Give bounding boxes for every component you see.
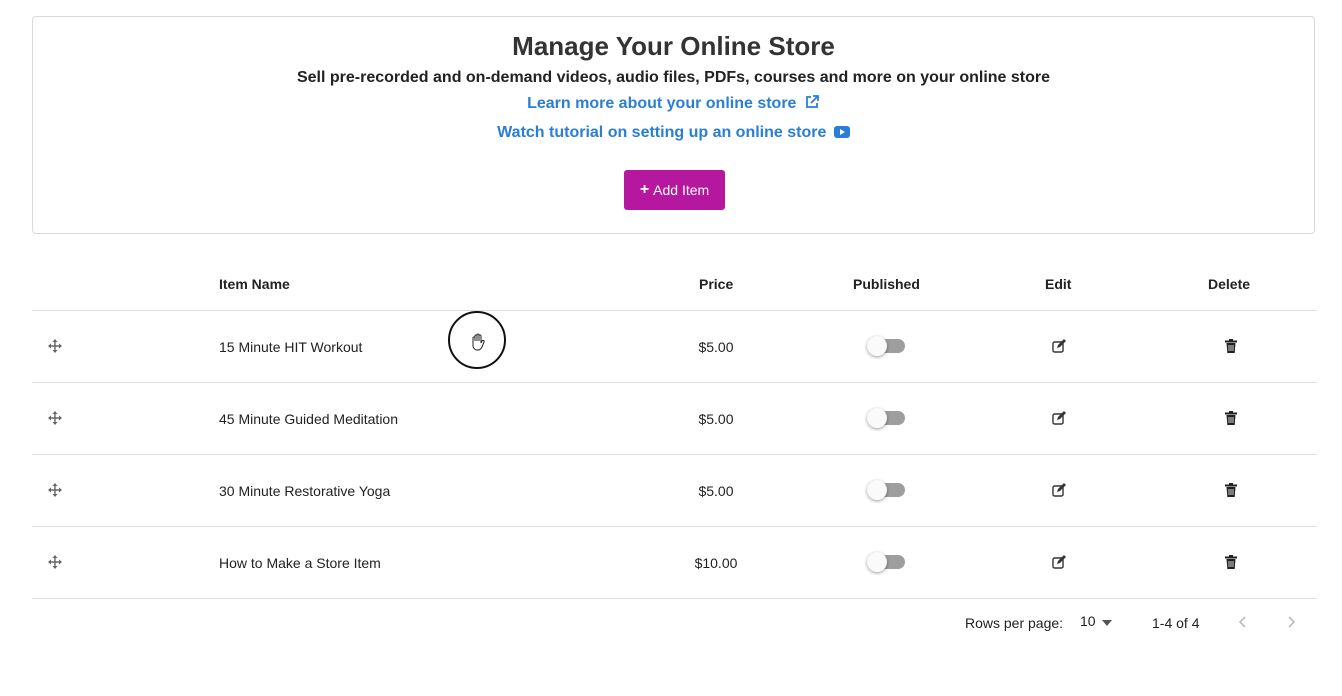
column-published: Published (853, 276, 920, 292)
item-name: 45 Minute Guided Meditation (219, 411, 398, 427)
trash-icon[interactable] (1225, 555, 1237, 569)
item-price: $5.00 (698, 483, 734, 499)
column-price: Price (699, 276, 734, 292)
published-toggle[interactable] (867, 480, 905, 500)
store-intro-card: Manage Your Online Store Sell pre-record… (32, 16, 1315, 234)
next-page-icon[interactable] (1284, 614, 1298, 630)
drag-handle-icon[interactable] (48, 339, 62, 353)
item-name: 30 Minute Restorative Yoga (219, 483, 391, 499)
item-price: $5.00 (698, 339, 734, 355)
toggle-knob (867, 480, 887, 500)
column-item-name: Item Name (219, 276, 290, 292)
table-row: 30 Minute Restorative Yoga $5.00 (32, 455, 1317, 527)
table-row: 45 Minute Guided Meditation $5.00 (32, 383, 1317, 455)
add-item-button[interactable]: + Add Item (624, 170, 725, 210)
cursor-indicator (448, 311, 506, 369)
column-edit: Edit (1045, 276, 1072, 292)
caret-down-icon (1101, 613, 1112, 629)
table-header: Item Name Price Published Edit Delete (32, 256, 1317, 311)
drag-handle-icon[interactable] (48, 411, 62, 425)
table-row: 15 Minute HIT Workout $5.00 (32, 311, 1317, 383)
toggle-knob (867, 552, 887, 572)
rows-per-page-select[interactable]: 10 (1080, 613, 1112, 629)
page-subtitle: Sell pre-recorded and on-demand videos, … (296, 69, 1051, 86)
item-price: $5.00 (698, 411, 734, 427)
page-title: Manage Your Online Store (512, 31, 835, 61)
add-item-label: Add Item (653, 182, 710, 198)
plus-icon: + (639, 181, 650, 198)
pagination: Rows per page: 10 1-4 of 4 (0, 612, 1342, 636)
published-toggle[interactable] (867, 552, 905, 572)
trash-icon[interactable] (1225, 339, 1237, 353)
item-name: How to Make a Store Item (219, 555, 381, 571)
learn-more-link[interactable]: Learn more about your online store (33, 94, 1314, 115)
item-name: 15 Minute HIT Workout (219, 339, 363, 355)
rows-per-page-label: Rows per page: (965, 615, 1064, 631)
published-toggle[interactable] (867, 408, 905, 428)
previous-page-icon[interactable] (1236, 614, 1250, 630)
trash-icon[interactable] (1225, 483, 1237, 497)
store-items-table: Item Name Price Published Edit Delete 15… (32, 256, 1317, 599)
edit-icon[interactable] (1052, 555, 1066, 569)
toggle-knob (867, 336, 887, 356)
published-toggle[interactable] (867, 336, 905, 356)
rows-per-page-value: 10 (1080, 613, 1096, 629)
learn-more-link-label: Learn more about your online store (527, 95, 797, 112)
toggle-knob (867, 408, 887, 428)
drag-handle-icon[interactable] (48, 555, 62, 569)
edit-icon[interactable] (1052, 483, 1066, 497)
watch-tutorial-link-label: Watch tutorial on setting up an online s… (497, 124, 827, 141)
column-delete: Delete (1208, 276, 1251, 292)
edit-icon[interactable] (1052, 411, 1066, 425)
edit-icon[interactable] (1052, 339, 1066, 353)
drag-handle-icon[interactable] (48, 483, 62, 497)
table-row: How to Make a Store Item $10.00 (32, 527, 1317, 599)
page-range: 1-4 of 4 (1152, 615, 1200, 631)
watch-tutorial-link[interactable]: Watch tutorial on setting up an online s… (33, 124, 1314, 144)
youtube-icon (833, 125, 850, 144)
trash-icon[interactable] (1225, 411, 1237, 425)
grab-hand-icon (472, 333, 485, 351)
item-price: $10.00 (694, 555, 738, 571)
external-link-icon (804, 94, 820, 115)
